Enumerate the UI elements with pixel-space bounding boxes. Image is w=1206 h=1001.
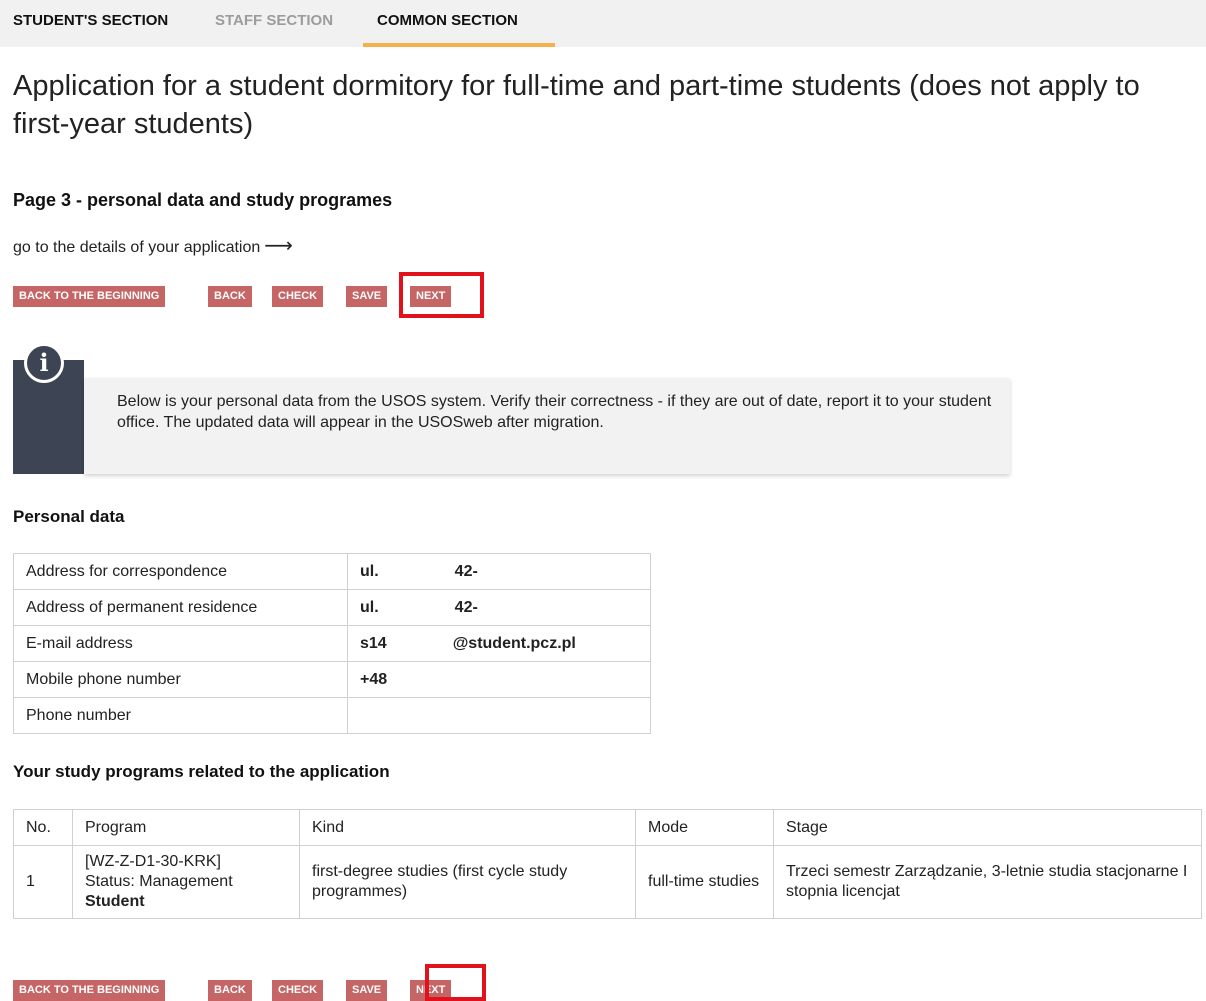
back-to-beginning-button[interactable]: BACK TO THE BEGINNING — [13, 980, 166, 1001]
info-notice-text: Below is your personal data from the USO… — [117, 393, 992, 431]
table-row: Mobile phone number +48 — [13, 661, 651, 698]
row-value: +48 — [347, 661, 651, 698]
value-part: ul. — [360, 598, 379, 616]
table-row: Phone number — [13, 697, 651, 734]
cell-mode: full-time studies — [635, 845, 774, 919]
cell-stage: Trzeci semestr Zarządzanie, 3-letnie stu… — [773, 845, 1202, 919]
next-button-highlight — [425, 964, 486, 1001]
cell-kind: first-degree studies (first cycle study … — [299, 845, 636, 919]
column-header: Kind — [299, 809, 636, 846]
row-label: Phone number — [13, 697, 348, 734]
check-button[interactable]: CHECK — [272, 980, 324, 1001]
table-header-row: No. Program Kind Mode Stage — [13, 809, 1202, 846]
tab-students-section[interactable]: STUDENT'S SECTION — [13, 0, 168, 47]
table-row: Address of permanent residence ul. 42- — [13, 589, 651, 626]
back-button[interactable]: BACK — [208, 980, 252, 1001]
program-code: [WZ-Z-D1-30-KRK] — [85, 853, 221, 870]
top-navigation: STUDENT'S SECTION STAFF SECTION COMMON S… — [0, 0, 1206, 47]
value-part: 42- — [454, 562, 478, 580]
table-row: Address for correspondence ul. 42- — [13, 553, 651, 590]
row-label: Address of permanent residence — [13, 589, 348, 626]
tab-staff-section[interactable]: STAFF SECTION — [215, 0, 333, 47]
study-programs-table: No. Program Kind Mode Stage 1 [WZ-Z-D1-3… — [13, 809, 1202, 919]
table-row: E-mail address s14 @student.pcz.pl — [13, 625, 651, 662]
personal-data-table: Address for correspondence ul. 42- Addres… — [13, 553, 651, 734]
details-link-label: go to the details of your application — [13, 239, 261, 256]
row-label: E-mail address — [13, 625, 348, 662]
cell-no: 1 — [13, 845, 73, 919]
value-part: +48 — [360, 670, 388, 688]
info-icon: i — [24, 343, 64, 383]
program-status: Status: Management — [85, 873, 233, 890]
page-subtitle: Page 3 - personal data and study program… — [13, 190, 393, 210]
table-row: 1 [WZ-Z-D1-30-KRK] Status: Management St… — [13, 845, 1202, 919]
row-value: s14 @student.pcz.pl — [347, 625, 651, 662]
column-header: Mode — [635, 809, 774, 846]
value-part: ul. — [360, 562, 379, 580]
page-title: Application for a student dormitory for … — [13, 70, 1140, 140]
row-label: Address for correspondence — [13, 553, 348, 590]
back-to-beginning-button[interactable]: BACK TO THE BEGINNING — [13, 286, 166, 307]
save-button[interactable]: SAVE — [346, 980, 388, 1001]
application-details-link[interactable]: go to the details of your application ⟶ — [13, 233, 293, 258]
tab-common-section[interactable]: COMMON SECTION — [363, 0, 555, 47]
value-part: @student.pcz.pl — [452, 634, 576, 652]
row-value: ul. 42- — [347, 589, 651, 626]
column-header: Program — [72, 809, 300, 846]
next-button-highlight — [399, 272, 484, 318]
check-button[interactable]: CHECK — [272, 286, 324, 307]
back-button[interactable]: BACK — [208, 286, 252, 307]
column-header: No. — [13, 809, 73, 846]
column-header: Stage — [773, 809, 1202, 846]
save-button[interactable]: SAVE — [346, 286, 388, 307]
value-part: s14 — [360, 634, 387, 652]
cell-program: [WZ-Z-D1-30-KRK] Status: Management Stud… — [72, 845, 300, 919]
arrow-right-icon: ⟶ — [264, 235, 293, 257]
row-value — [347, 697, 651, 734]
value-part: 42- — [454, 598, 478, 616]
program-role: Student — [85, 893, 145, 910]
row-value: ul. 42- — [347, 553, 651, 590]
personal-data-heading: Personal data — [13, 507, 125, 526]
row-label: Mobile phone number — [13, 661, 348, 698]
study-programs-heading: Your study programs related to the appli… — [13, 762, 390, 781]
